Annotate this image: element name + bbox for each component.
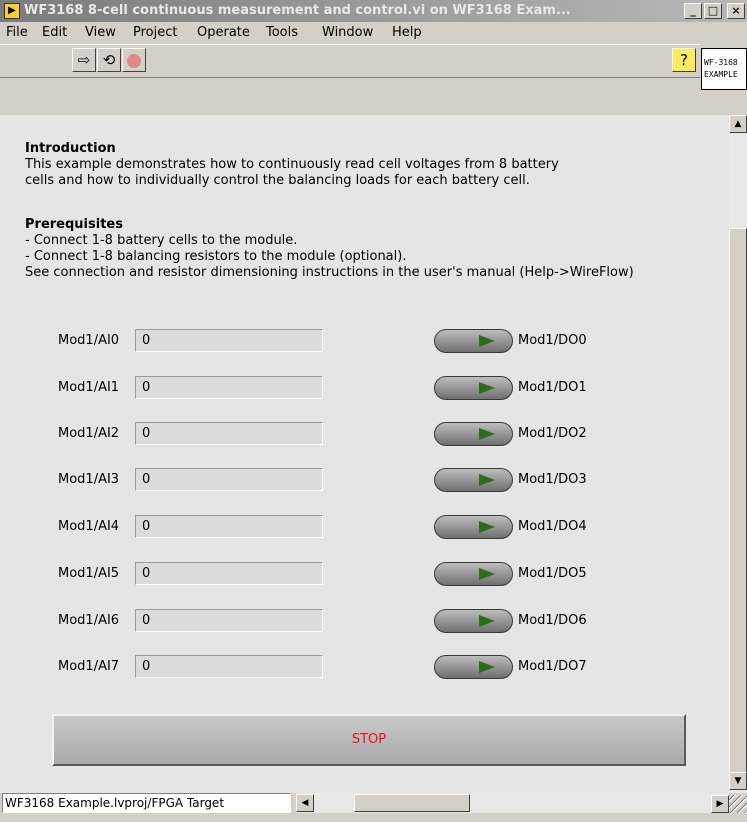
- introduction-heading: Introduction: [25, 141, 116, 156]
- do-toggle-switch[interactable]: [434, 376, 513, 400]
- scroll-down-icon[interactable]: ▼: [729, 772, 747, 790]
- project-path-label: WF3168 Example.lvproj/FPGA Target: [2, 793, 291, 813]
- menu-tools[interactable]: Tools: [266, 25, 298, 40]
- menu-help[interactable]: Help: [392, 25, 422, 40]
- switch-led-icon: [479, 474, 495, 486]
- ai-label: Mod1/AI3: [58, 472, 120, 487]
- scroll-up-icon[interactable]: ▲: [729, 115, 747, 133]
- prerequisites-line: See connection and resistor dimensioning…: [25, 265, 634, 280]
- introduction-line: This example demonstrates how to continu…: [25, 157, 559, 172]
- maximize-button[interactable]: □: [704, 3, 722, 19]
- horizontal-scrollbar[interactable]: ◀: [296, 793, 729, 813]
- do-toggle-switch[interactable]: [434, 655, 513, 679]
- ai-indicator: 0: [135, 376, 323, 399]
- menu-view[interactable]: View: [85, 25, 116, 40]
- switch-led-icon: [479, 382, 495, 394]
- ai-label: Mod1/AI4: [58, 519, 120, 534]
- do-label: Mod1/DO3: [518, 472, 587, 487]
- minimize-button[interactable]: _: [684, 3, 702, 19]
- do-toggle-switch[interactable]: [434, 515, 513, 539]
- vertical-scrollbar[interactable]: ▲ ▼: [729, 115, 747, 798]
- menu-bar: File Edit View Project Operate Tools Win…: [0, 22, 700, 44]
- ai-label: Mod1/AI2: [58, 426, 120, 441]
- do-toggle-switch[interactable]: [434, 562, 513, 586]
- do-label: Mod1/DO1: [518, 380, 587, 395]
- do-label: Mod1/DO7: [518, 659, 587, 674]
- context-help-icon[interactable]: ?: [672, 48, 696, 72]
- ai-indicator: 0: [135, 609, 323, 632]
- ai-label: Mod1/AI0: [58, 333, 120, 348]
- prerequisites-heading: Prerequisites: [25, 217, 123, 232]
- ai-label: Mod1/AI6: [58, 613, 120, 628]
- ai-indicator: 0: [135, 562, 323, 585]
- labview-window: ▶ WF3168 8-cell continuous measurement a…: [0, 0, 747, 822]
- resize-grip-icon[interactable]: [729, 795, 747, 813]
- do-toggle-switch[interactable]: [434, 468, 513, 492]
- run-continuously-icon[interactable]: ⟲: [97, 48, 121, 72]
- window-title: WF3168 8-cell continuous measurement and…: [24, 3, 571, 18]
- switch-led-icon: [479, 521, 495, 533]
- title-bar[interactable]: ▶ WF3168 8-cell continuous measurement a…: [0, 0, 747, 22]
- ai-indicator: 0: [135, 655, 323, 678]
- menu-file[interactable]: File: [6, 25, 28, 40]
- do-label: Mod1/DO6: [518, 613, 587, 628]
- switch-led-icon: [479, 428, 495, 440]
- do-toggle-switch[interactable]: [434, 422, 513, 446]
- scroll-left-icon[interactable]: ◀: [296, 794, 314, 812]
- vi-icon-line1: WF-3168: [704, 58, 738, 67]
- scroll-right-icon[interactable]: ▶: [711, 795, 729, 813]
- ai-indicator: 0: [135, 515, 323, 538]
- vi-icon-line2: EXAMPLE: [704, 70, 738, 79]
- switch-led-icon: [479, 615, 495, 627]
- ai-indicator: 0: [135, 468, 323, 491]
- switch-led-icon: [479, 568, 495, 580]
- status-bar: WF3168 Example.lvproj/FPGA Target ◀ ▶: [0, 793, 747, 822]
- do-label: Mod1/DO0: [518, 333, 587, 348]
- vi-icon[interactable]: WF-3168 EXAMPLE: [701, 48, 747, 90]
- vertical-scroll-thumb[interactable]: [729, 228, 747, 773]
- menu-operate[interactable]: Operate: [197, 25, 250, 40]
- prerequisites-block: Prerequisites - Connect 1-8 battery cell…: [25, 217, 634, 281]
- do-label: Mod1/DO2: [518, 426, 587, 441]
- abort-stop-icon[interactable]: [122, 48, 146, 72]
- menu-window[interactable]: Window: [322, 25, 373, 40]
- introduction-line: cells and how to individually control th…: [25, 173, 530, 188]
- ai-label: Mod1/AI1: [58, 380, 120, 395]
- horizontal-scroll-thumb[interactable]: [354, 794, 470, 812]
- prerequisites-line: - Connect 1-8 battery cells to the modul…: [25, 233, 298, 248]
- ai-indicator: 0: [135, 329, 323, 352]
- introduction-block: Introduction This example demonstrates h…: [25, 141, 559, 189]
- switch-led-icon: [479, 335, 495, 347]
- menu-project[interactable]: Project: [133, 25, 177, 40]
- ai-label: Mod1/AI7: [58, 659, 120, 674]
- ai-indicator: 0: [135, 422, 323, 445]
- do-label: Mod1/DO5: [518, 566, 587, 581]
- prerequisites-line: - Connect 1-8 balancing resistors to the…: [25, 249, 407, 264]
- do-toggle-switch[interactable]: [434, 609, 513, 633]
- run-arrow-icon[interactable]: ⇨: [72, 48, 96, 72]
- close-button[interactable]: ×: [727, 3, 745, 19]
- switch-led-icon: [479, 661, 495, 673]
- ai-label: Mod1/AI5: [58, 566, 120, 581]
- do-label: Mod1/DO4: [518, 519, 587, 534]
- stop-button[interactable]: STOP: [52, 714, 686, 766]
- do-toggle-switch[interactable]: [434, 329, 513, 353]
- labview-app-icon[interactable]: ▶: [4, 3, 20, 19]
- toolbar: ⇨ ⟲ ?: [0, 44, 700, 78]
- menu-edit[interactable]: Edit: [42, 25, 67, 40]
